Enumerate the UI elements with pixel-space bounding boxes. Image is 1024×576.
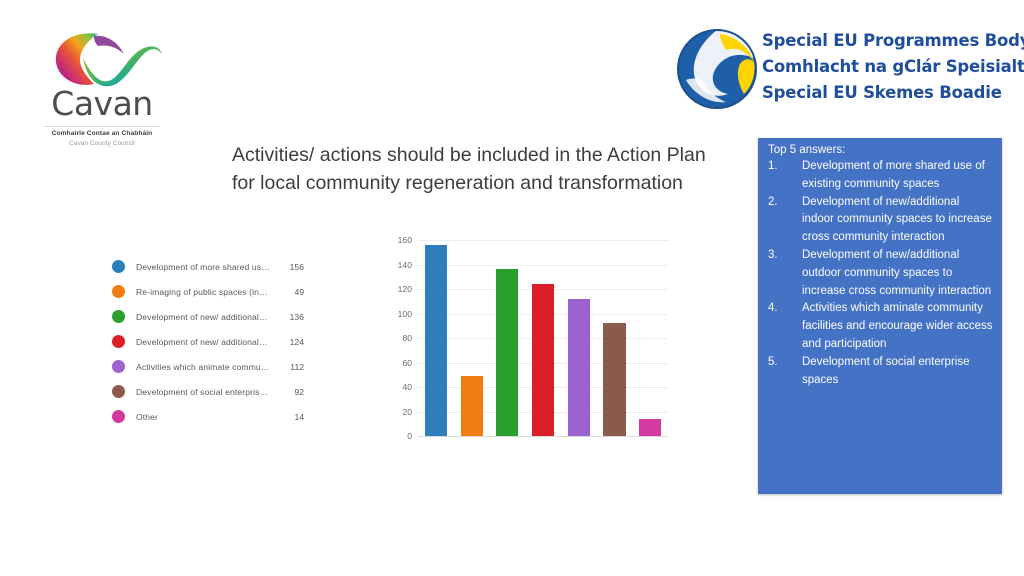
chart-bar-slot <box>489 240 525 436</box>
top-answer-number: 2. <box>768 195 778 208</box>
chart-plot-area <box>418 240 668 437</box>
legend-color-swatch-icon <box>112 285 125 298</box>
legend-color-swatch-icon <box>112 410 125 423</box>
seupb-logo: Special EU Programmes Body Comhlacht na … <box>676 24 1024 116</box>
legend-item-value: 112 <box>290 361 304 372</box>
chart-y-tick-label: 100 <box>397 308 412 319</box>
top-answer-item: 2. Development of new/additional indoor c… <box>768 194 994 247</box>
legend-item-value: 14 <box>294 411 304 422</box>
legend-item-value: 49 <box>294 286 304 297</box>
legend-item[interactable]: Activities which animate commu… 112 <box>112 354 322 379</box>
cavan-subtitle-english: Cavan County Council <box>69 140 135 147</box>
chart-y-axis: 160 140 120 100 80 60 40 20 0 <box>386 235 412 441</box>
legend-item-label: Other <box>136 411 158 422</box>
page-title-line-1: Activities/ actions should be included i… <box>232 144 706 166</box>
cavan-swoosh-icon <box>55 33 162 87</box>
seupb-line-1: Special EU Programmes Body <box>762 31 1024 50</box>
chart-bar[interactable] <box>639 418 662 436</box>
top-answer-text: Development of more shared use of existi… <box>802 160 985 190</box>
cavan-wordmark: Cavan <box>51 84 153 123</box>
chart-bar[interactable] <box>603 323 626 436</box>
legend-item[interactable]: Re-imaging of public spaces (in… 49 <box>112 279 322 304</box>
cavan-county-council-logo: Cavan Comhairle Contae an Chabháin Cavan… <box>28 22 176 164</box>
page-title: Activities/ actions should be included i… <box>232 141 732 197</box>
top-answer-number: 3. <box>768 248 778 261</box>
top-answer-number: 5. <box>768 355 778 368</box>
bar-chart: 160 140 120 100 80 60 40 20 0 <box>386 235 676 450</box>
seupb-line-2: Comhlacht na gClár Speisialta AE <box>762 57 1024 76</box>
chart-bar-slot <box>454 240 490 436</box>
top-answer-text: Development of social enterprise spaces <box>802 355 970 386</box>
chart-bars <box>418 240 668 436</box>
legend-item[interactable]: Development of more shared us… 156 <box>112 254 322 279</box>
chart-bar-slot <box>632 240 668 436</box>
top-answer-item: 5. Development of social enterprise space… <box>768 354 994 390</box>
top-answers-list: 1. Development of more shared use of exis… <box>768 158 994 389</box>
page-title-line-2: for local community regeneration and tra… <box>232 172 683 194</box>
cavan-divider <box>44 126 160 127</box>
legend-item[interactable]: Development of social enterpris… 92 <box>112 379 322 404</box>
legend-item-label: Development of new/ additional… <box>136 336 268 347</box>
legend-item-value: 156 <box>289 261 304 272</box>
chart-bar[interactable] <box>531 284 555 436</box>
seupb-text-block: Special EU Programmes Body Comhlacht na … <box>762 28 1024 106</box>
top-answer-text: Activities which aminate community facil… <box>802 302 993 350</box>
chart-y-tick-label: 160 <box>397 235 412 245</box>
legend-color-swatch-icon <box>112 360 125 373</box>
legend-item[interactable]: Development of new/ additional… 136 <box>112 304 322 329</box>
chart-bar-slot <box>418 240 454 436</box>
legend-item-label: Development of more shared us… <box>136 261 270 272</box>
chart-y-tick-label: 60 <box>402 357 412 368</box>
seupb-globe-icon <box>677 29 757 109</box>
top-answer-number: 1. <box>768 160 778 172</box>
chart-y-tick-label: 140 <box>397 259 412 270</box>
legend-item-value: 124 <box>289 336 304 347</box>
top-answer-text: Development of new/additional indoor com… <box>802 195 992 244</box>
legend-item-value: 136 <box>289 311 304 322</box>
chart-y-tick-label: 40 <box>402 382 412 392</box>
chart-y-tick-label: 20 <box>402 406 412 417</box>
top-answer-item: 3. Development of new/additional outdoor… <box>768 247 994 300</box>
chart-bar[interactable] <box>567 298 590 436</box>
legend-item-value: 92 <box>294 386 304 397</box>
legend-color-swatch-icon <box>112 335 125 348</box>
chart-bar[interactable] <box>460 375 483 436</box>
legend-color-swatch-icon <box>112 385 125 398</box>
chart-bar-slot <box>597 240 633 436</box>
chart-bar[interactable] <box>424 244 447 436</box>
legend-color-swatch-icon <box>112 310 125 323</box>
top-answer-item: 1. Development of more shared use of exis… <box>768 158 994 194</box>
legend-item-label: Development of new/ additional… <box>136 311 268 322</box>
legend-item[interactable]: Development of new/ additional… 124 <box>112 329 322 354</box>
legend-item-label: Development of social enterpris… <box>136 386 269 397</box>
chart-y-tick-label: 80 <box>402 333 412 343</box>
chart-bar-slot <box>525 240 561 436</box>
top-answer-number: 4. <box>768 302 778 315</box>
chart-legend: Development of more shared us… 156 Re-imag… <box>112 254 322 429</box>
chart-y-tick-label: 120 <box>397 284 412 294</box>
slide-canvas: Cavan Comhairle Contae an Chabháin Cavan… <box>0 0 1024 576</box>
seupb-line-3: Special EU Skemes Boadie <box>762 83 1002 102</box>
legend-item-label: Activities which animate commu… <box>136 361 270 372</box>
chart-bar-slot <box>561 240 597 436</box>
legend-color-swatch-icon <box>112 260 125 273</box>
top-answer-text: Development of new/additional outdoor co… <box>802 248 992 297</box>
cavan-subtitle-irish: Comhairle Contae an Chabháin <box>51 130 153 137</box>
top-answer-item: 4. Activities which aminate community fac… <box>768 300 994 353</box>
legend-item-label: Re-imaging of public spaces (in… <box>136 286 268 297</box>
top-answers-heading: Top 5 answers: <box>768 144 846 156</box>
chart-bar[interactable] <box>496 269 519 436</box>
chart-x-axis <box>418 436 668 437</box>
chart-y-tick-label: 0 <box>407 431 412 441</box>
legend-item[interactable]: Other 14 <box>112 404 322 429</box>
top-answers-panel: Top 5 answers: 1. Development of more sha… <box>758 138 1002 494</box>
